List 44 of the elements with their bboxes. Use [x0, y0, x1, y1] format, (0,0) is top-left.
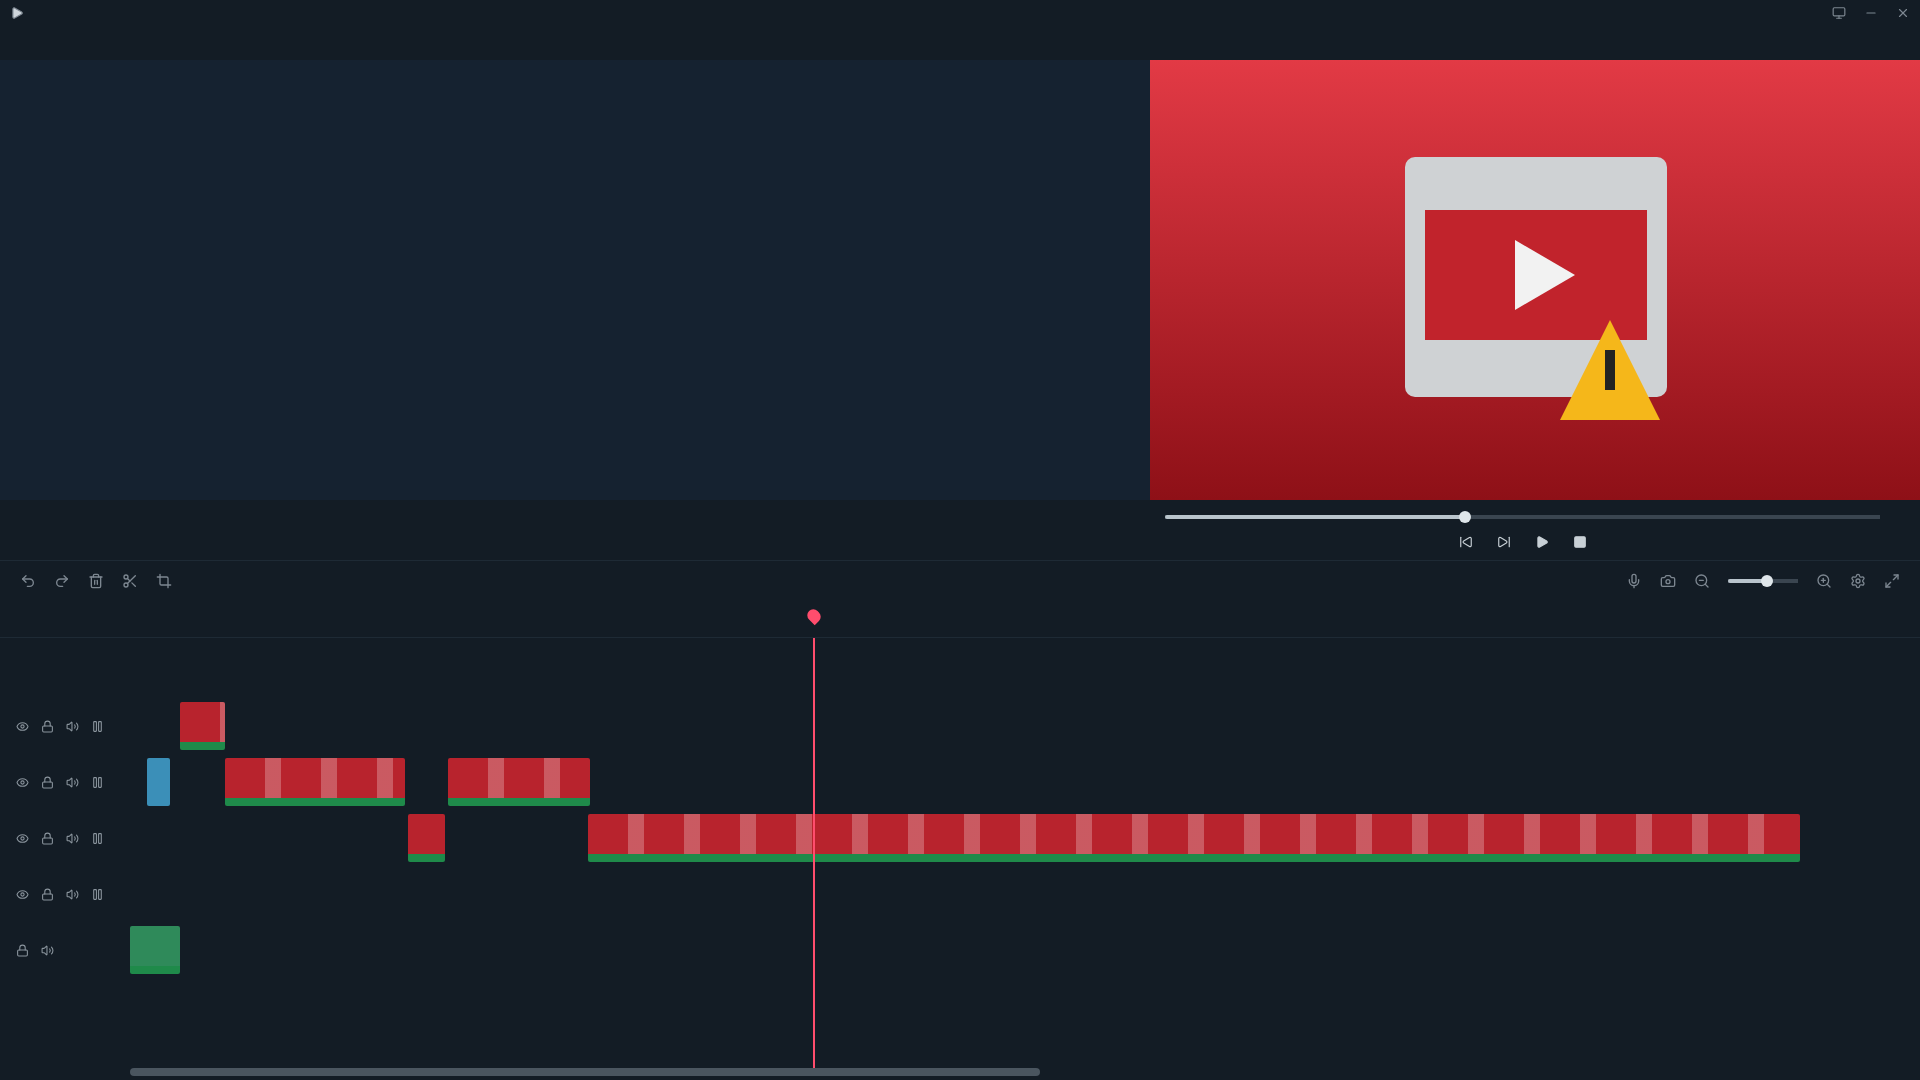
close-icon[interactable] — [1896, 6, 1910, 20]
app-logo-icon — [10, 6, 24, 20]
lock-icon[interactable] — [41, 719, 54, 733]
eye-icon[interactable] — [16, 831, 29, 845]
speaker-icon[interactable] — [41, 943, 54, 957]
lock-icon[interactable] — [41, 831, 54, 845]
settings-icon[interactable] — [1850, 573, 1866, 589]
scrollbar[interactable] — [130, 1068, 1040, 1076]
lock-icon[interactable] — [41, 887, 54, 901]
previous-frame-icon[interactable] — [1458, 535, 1473, 549]
crop-icon[interactable] — [156, 573, 172, 589]
play-icon[interactable] — [1534, 535, 1549, 549]
speaker-icon[interactable] — [66, 719, 79, 733]
zoom-out-icon[interactable] — [1694, 573, 1710, 589]
video-clip[interactable] — [225, 758, 405, 806]
speaker-icon[interactable] — [66, 887, 79, 901]
speaker-icon[interactable] — [66, 775, 79, 789]
title-clip[interactable] — [147, 758, 170, 806]
video-clip[interactable] — [588, 814, 1800, 862]
lock-icon[interactable] — [41, 775, 54, 789]
pause-icon[interactable] — [91, 887, 104, 901]
speaker-icon[interactable] — [66, 831, 79, 845]
video-clip[interactable] — [180, 702, 225, 750]
undo-icon[interactable] — [20, 573, 36, 589]
pause-icon[interactable] — [91, 775, 104, 789]
redo-icon[interactable] — [54, 573, 70, 589]
delete-icon[interactable] — [88, 573, 104, 589]
pause-icon[interactable] — [91, 719, 104, 733]
camera-icon[interactable] — [1660, 573, 1676, 589]
monitor-icon[interactable] — [1832, 6, 1846, 20]
scissors-icon[interactable] — [122, 573, 138, 589]
eye-icon[interactable] — [16, 719, 29, 733]
next-frame-icon[interactable] — [1496, 535, 1511, 549]
eye-icon[interactable] — [16, 887, 29, 901]
eye-icon[interactable] — [16, 775, 29, 789]
lock-icon[interactable] — [16, 943, 29, 957]
video-clip[interactable] — [408, 814, 445, 862]
stop-icon[interactable] — [1572, 535, 1587, 549]
pause-icon[interactable] — [91, 831, 104, 845]
fullscreen-icon[interactable] — [1884, 573, 1900, 589]
video-clip[interactable] — [448, 758, 590, 806]
audio-clip[interactable] — [130, 926, 180, 974]
zoom-in-icon[interactable] — [1816, 573, 1832, 589]
microphone-icon[interactable] — [1626, 573, 1642, 589]
